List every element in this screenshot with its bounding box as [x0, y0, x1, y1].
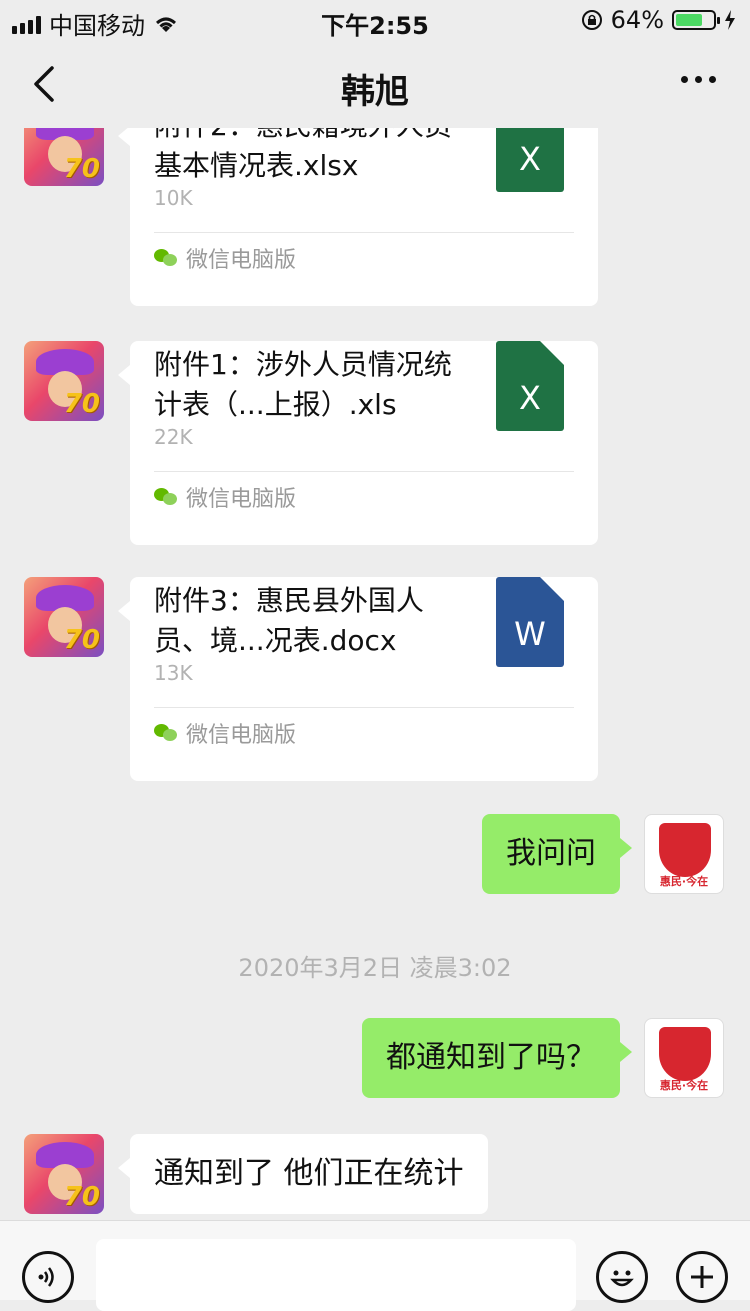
file-name: 附件1：涉外人员情况统计表（...上报）.xls [154, 348, 452, 421]
battery-percent: 64% [610, 6, 664, 34]
file-source: 微信电脑版 [154, 481, 296, 513]
my-avatar[interactable]: 惠民·今在 [644, 814, 724, 894]
outgoing-message[interactable]: 都通知到了吗？ [362, 1018, 632, 1098]
avatar[interactable]: 70 [24, 128, 104, 186]
input-bar [0, 1220, 750, 1311]
avatar[interactable]: 70 [24, 577, 104, 657]
emoji-icon[interactable] [596, 1251, 648, 1303]
charging-icon [725, 10, 735, 30]
divider [154, 471, 574, 472]
my-avatar[interactable]: 惠民·今在 [644, 1018, 724, 1098]
wechat-icon [154, 249, 178, 267]
excel-file-icon: X [496, 128, 564, 192]
add-icon[interactable] [676, 1251, 728, 1303]
file-message[interactable]: 附件1：涉外人员情况统计表（...上报）.xls 22K X 微信电脑版 [118, 341, 598, 545]
file-source-label: 微信电脑版 [186, 487, 297, 512]
avatar[interactable]: 70 [24, 341, 104, 421]
file-size: 10K [154, 186, 193, 210]
incoming-message[interactable]: 通知到了 他们正在统计 [118, 1134, 488, 1214]
file-size: 13K [154, 661, 193, 685]
divider [154, 707, 574, 708]
file-message[interactable]: 附件2：惠民籍境外人员基本情况表.xlsx 10K X 微信电脑版 [118, 128, 598, 306]
file-name: 附件2：惠民籍境外人员基本情况表.xlsx [154, 128, 452, 182]
file-message[interactable]: 附件3：惠民县外国人员、境...况表.docx 13K W 微信电脑版 [118, 577, 598, 781]
wechat-icon [154, 724, 178, 742]
wechat-icon [154, 488, 178, 506]
rotation-lock-icon [581, 10, 602, 30]
chat-area[interactable]: 70 附件2：惠民籍境外人员基本情况表.xlsx 10K X 微信电脑版 70 … [0, 128, 750, 1220]
voice-icon[interactable] [22, 1251, 74, 1303]
file-name: 附件3：惠民县外国人员、境...况表.docx [154, 584, 424, 657]
nav-bar: 韩旭 [0, 40, 750, 128]
divider [154, 232, 574, 233]
more-icon[interactable] [681, 76, 716, 83]
outgoing-message[interactable]: 我问问 [482, 814, 632, 894]
battery-icon [672, 10, 720, 30]
timestamp: 2020年3月2日 凌晨3:02 [238, 954, 512, 982]
message-input[interactable] [96, 1239, 576, 1311]
file-source: 微信电脑版 [154, 717, 296, 749]
excel-file-icon: X [496, 341, 564, 431]
file-source: 微信电脑版 [154, 242, 296, 274]
file-source-label: 微信电脑版 [186, 723, 297, 748]
file-size: 22K [154, 425, 193, 449]
status-bar: 中国移动 下午2:55 64% [0, 0, 750, 40]
status-right: 64% [581, 6, 736, 34]
word-file-icon: W [496, 577, 564, 667]
file-source-label: 微信电脑版 [186, 248, 297, 273]
avatar[interactable]: 70 [24, 1134, 104, 1214]
chat-title: 韩旭 [341, 72, 409, 112]
